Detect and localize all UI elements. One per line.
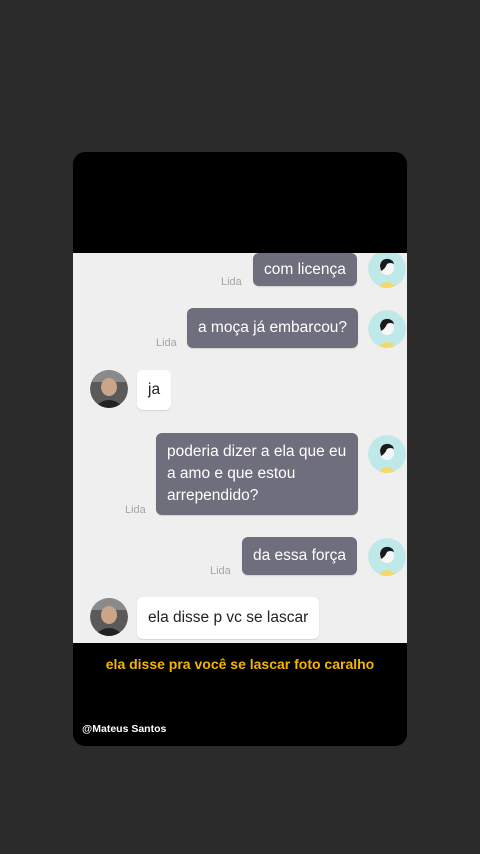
story-caption: ela disse pra você se lascar foto caralh… bbox=[105, 656, 375, 672]
message-text: ela disse p vc se lascar bbox=[148, 609, 309, 626]
message-text: ja bbox=[148, 381, 161, 398]
me-avatar-icon bbox=[368, 435, 406, 473]
incoming-message: ela disse p vc se lascar bbox=[137, 597, 320, 639]
message-text: da essa força bbox=[253, 547, 347, 564]
contact-avatar bbox=[90, 598, 128, 636]
message-text: com licença bbox=[264, 261, 346, 278]
outgoing-message: a moça já embarcou? bbox=[187, 308, 359, 348]
message-text-line: arrependido? bbox=[167, 487, 259, 504]
me-avatar-icon bbox=[368, 253, 406, 288]
message-text-line: a amo e que estou bbox=[167, 465, 296, 482]
story-card: com licença Lida a moça já embarcou? Lid… bbox=[73, 152, 407, 746]
author-credit: @Mateus Santos bbox=[82, 723, 167, 735]
message-text: a moça já embarcou? bbox=[198, 319, 348, 336]
message-text-line: poderia dizer a ela que eu bbox=[167, 443, 347, 460]
read-status: Lida bbox=[210, 565, 231, 577]
chat-screenshot: com licença Lida a moça já embarcou? Lid… bbox=[73, 253, 407, 643]
incoming-message: ja bbox=[137, 370, 172, 410]
read-status: Lida bbox=[221, 276, 242, 288]
read-status: Lida bbox=[125, 504, 146, 516]
outgoing-message: poderia dizer a ela que eu a amo e que e… bbox=[156, 433, 358, 515]
outgoing-message: da essa força bbox=[242, 537, 358, 575]
me-avatar-icon bbox=[368, 538, 406, 576]
contact-avatar bbox=[90, 370, 128, 408]
me-avatar-icon bbox=[368, 310, 406, 348]
outgoing-message: com licença bbox=[253, 253, 357, 286]
read-status: Lida bbox=[156, 337, 177, 349]
